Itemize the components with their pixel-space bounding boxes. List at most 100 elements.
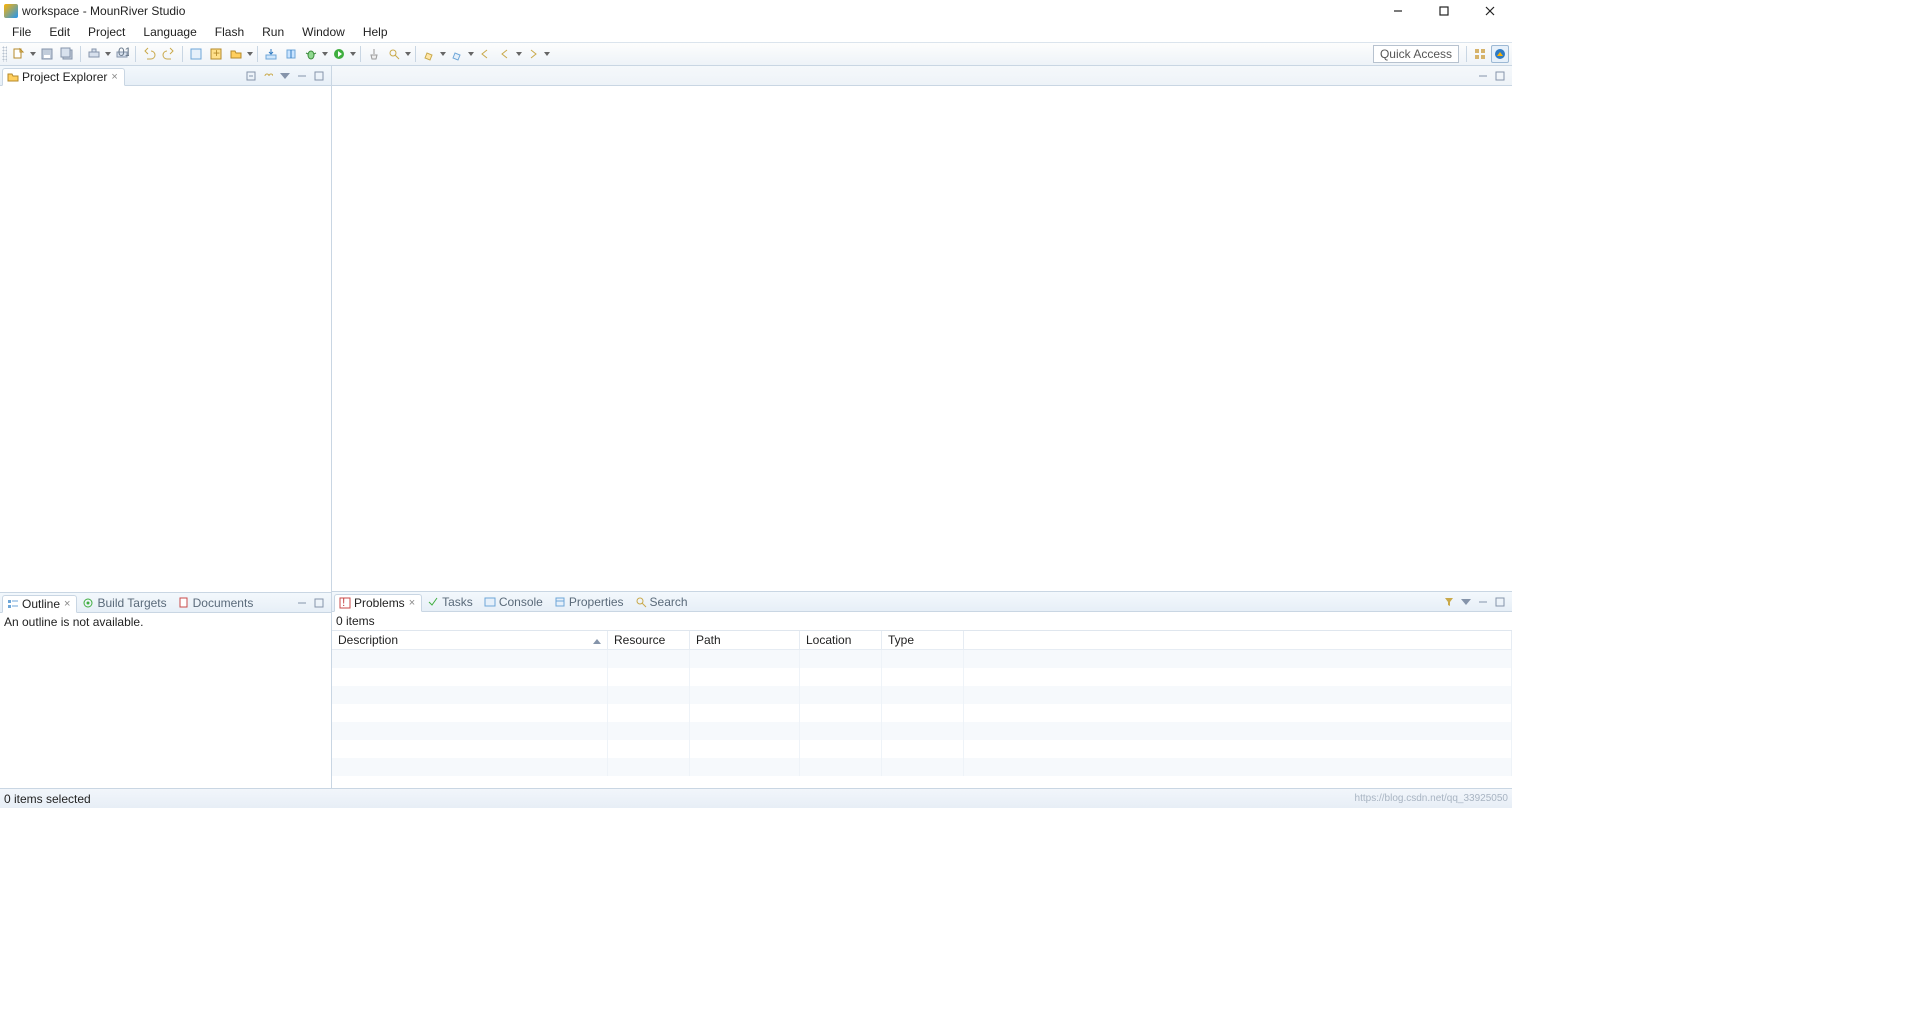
maximize-view-button[interactable] [1492, 68, 1508, 84]
tab-search[interactable]: Search [631, 593, 694, 611]
tab-tasks[interactable]: Tasks [423, 593, 479, 611]
build-button[interactable] [85, 45, 103, 63]
tab-label: Documents [193, 596, 254, 610]
tab-console[interactable]: Console [480, 593, 549, 611]
tab-label: Project Explorer [22, 70, 107, 84]
tab-documents[interactable]: Documents [174, 594, 260, 612]
th-type[interactable]: Type [882, 631, 964, 649]
minimize-view-button[interactable] [1475, 594, 1491, 610]
svg-text:!: ! [342, 597, 345, 609]
close-icon[interactable]: × [409, 597, 415, 609]
th-path[interactable]: Path [690, 631, 800, 649]
back-button[interactable] [476, 45, 494, 63]
last-edit-dropdown[interactable] [439, 45, 447, 63]
view-menu-button[interactable] [277, 68, 293, 84]
tab-outline[interactable]: Outline × [2, 595, 77, 613]
tab-project-explorer[interactable]: Project Explorer × [2, 68, 125, 86]
redo-button[interactable] [160, 45, 178, 63]
th-location[interactable]: Location [800, 631, 882, 649]
minimize-view-button[interactable] [294, 595, 310, 611]
save-button[interactable] [38, 45, 56, 63]
project-explorer-tabbar: Project Explorer × [0, 66, 331, 86]
new-class-button[interactable]: + [207, 45, 225, 63]
undo-button[interactable] [140, 45, 158, 63]
th-spacer [964, 631, 1512, 649]
app-icon [4, 4, 18, 18]
collapse-all-button[interactable] [243, 68, 259, 84]
maximize-view-button[interactable] [311, 595, 327, 611]
tab-properties[interactable]: Properties [550, 593, 630, 611]
menu-language[interactable]: Language [135, 23, 204, 41]
editor-body[interactable] [332, 86, 1512, 591]
open-perspective-button[interactable] [1471, 45, 1489, 63]
project-explorer-icon [7, 71, 19, 83]
menu-flash[interactable]: Flash [207, 23, 252, 41]
tab-problems[interactable]: ! Problems × [334, 594, 422, 612]
close-icon[interactable]: × [111, 71, 117, 83]
tab-label: Outline [22, 597, 60, 611]
debug-button[interactable] [302, 45, 320, 63]
problems-table-rows[interactable] [332, 650, 1512, 776]
menu-file[interactable]: File [4, 23, 39, 41]
build-all-button[interactable]: 010 [113, 45, 131, 63]
editor-area [332, 66, 1512, 592]
filter-button[interactable] [1441, 594, 1457, 610]
close-icon[interactable]: × [64, 598, 70, 610]
documents-icon [178, 597, 190, 609]
back-dropdown[interactable] [515, 45, 523, 63]
download-button[interactable] [262, 45, 280, 63]
new-dropdown[interactable] [29, 45, 37, 63]
th-description[interactable]: Description [332, 631, 608, 649]
toolbar-drag[interactable] [2, 46, 7, 62]
table-row [332, 668, 1512, 686]
menu-run[interactable]: Run [254, 23, 292, 41]
th-label: Description [338, 633, 398, 647]
next-annotation-button[interactable] [448, 45, 466, 63]
problems-table-head: Description Resource Path Location Type [332, 631, 1512, 650]
last-edit-button[interactable] [420, 45, 438, 63]
menu-help[interactable]: Help [355, 23, 396, 41]
window-title: workspace - MounRiver Studio [22, 4, 1384, 18]
debug-dropdown[interactable] [321, 45, 329, 63]
forward-button[interactable] [524, 45, 542, 63]
problems-toolbar [1441, 594, 1510, 610]
run-button[interactable] [330, 45, 348, 63]
tab-label: Search [650, 595, 688, 609]
search-dropdown[interactable] [404, 45, 412, 63]
minimize-view-button[interactable] [294, 68, 310, 84]
new-folder-button[interactable] [227, 45, 245, 63]
th-resource[interactable]: Resource [608, 631, 690, 649]
open-type-button[interactable] [187, 45, 205, 63]
new-folder-dropdown[interactable] [246, 45, 254, 63]
problems-icon: ! [339, 597, 351, 609]
next-annotation-dropdown[interactable] [467, 45, 475, 63]
back-history-button[interactable] [496, 45, 514, 63]
toolbar-separator [1466, 46, 1467, 62]
project-explorer-body[interactable] [0, 86, 331, 592]
minimize-button[interactable] [1384, 1, 1412, 21]
outline-icon [7, 598, 19, 610]
save-all-button[interactable] [58, 45, 76, 63]
close-button[interactable] [1476, 1, 1504, 21]
maximize-view-button[interactable] [311, 68, 327, 84]
debug-config-button[interactable] [282, 45, 300, 63]
quick-access[interactable]: Quick Access [1373, 45, 1459, 63]
th-label: Resource [614, 633, 665, 647]
menu-window[interactable]: Window [294, 23, 353, 41]
perspective-mounriver[interactable] [1491, 45, 1509, 63]
new-button[interactable] [10, 45, 28, 63]
clean-button[interactable] [365, 45, 383, 63]
build-dropdown[interactable] [104, 45, 112, 63]
view-menu-button[interactable] [1458, 594, 1474, 610]
menu-project[interactable]: Project [80, 23, 133, 41]
forward-dropdown[interactable] [543, 45, 551, 63]
link-editor-button[interactable] [260, 68, 276, 84]
minimize-view-button[interactable] [1475, 68, 1491, 84]
maximize-view-button[interactable] [1492, 594, 1508, 610]
maximize-button[interactable] [1430, 1, 1458, 21]
properties-icon [554, 596, 566, 608]
search-button[interactable] [385, 45, 403, 63]
run-dropdown[interactable] [349, 45, 357, 63]
menu-edit[interactable]: Edit [41, 23, 78, 41]
tab-build-targets[interactable]: Build Targets [78, 594, 172, 612]
